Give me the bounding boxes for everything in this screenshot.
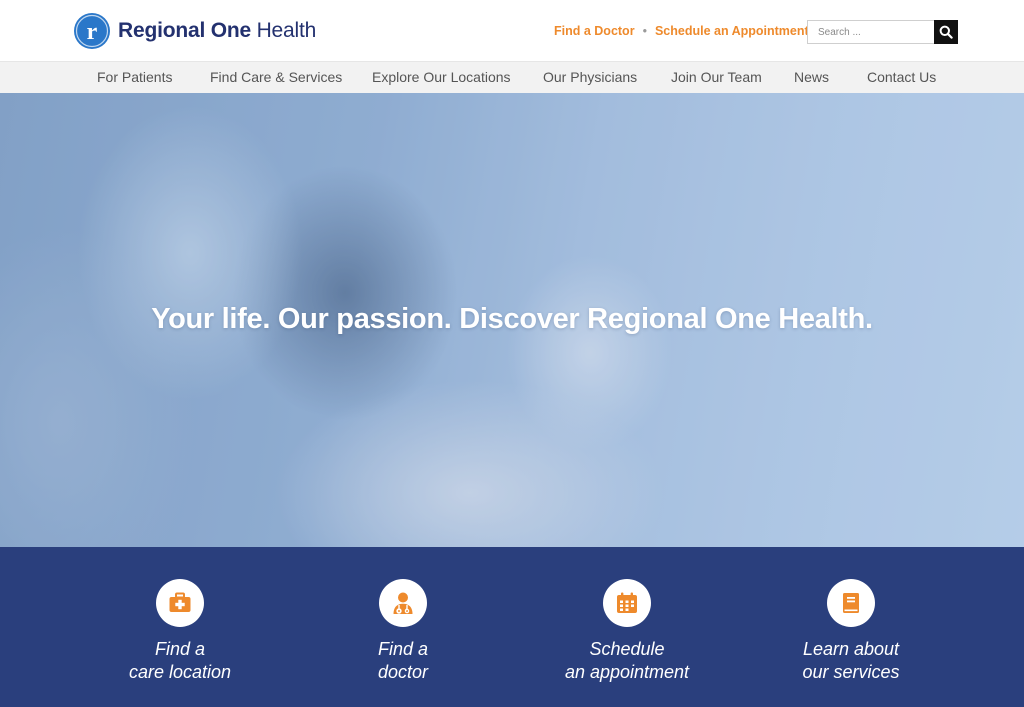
- site-header: r Regional One Health Find a Doctor • Sc…: [0, 0, 1024, 61]
- quick-link-label: Find a doctor: [303, 638, 503, 684]
- quick-link-line2: our services: [802, 662, 900, 682]
- quick-link-label: Learn about our services: [751, 638, 951, 684]
- quick-link-line1: Find a: [154, 639, 206, 659]
- search-icon: [939, 25, 953, 39]
- main-nav: For Patients Find Care & Services Explor…: [0, 61, 1024, 93]
- book-icon: [827, 579, 875, 627]
- quick-links-bar: Find a care location Find a doctor Sched…: [0, 547, 1024, 707]
- logo[interactable]: r Regional One Health: [74, 12, 316, 50]
- quick-link-line2: doctor: [377, 662, 429, 682]
- search-form: [807, 20, 958, 44]
- quick-link-care-location[interactable]: Find a care location: [80, 579, 280, 684]
- logo-mark-icon: r: [74, 13, 110, 49]
- quick-link-line2: care location: [128, 662, 232, 682]
- quick-link-services[interactable]: Learn about our services: [751, 579, 951, 684]
- logo-wordmark: Regional One Health: [118, 19, 316, 43]
- find-doctor-link[interactable]: Find a Doctor: [554, 24, 635, 38]
- nav-item-for-patients[interactable]: For Patients: [97, 62, 172, 94]
- hero-title: Your life. Our passion. Discover Regiona…: [151, 303, 873, 335]
- search-input[interactable]: [807, 20, 934, 44]
- nav-item-locations[interactable]: Explore Our Locations: [372, 62, 511, 94]
- doctor-icon: [379, 579, 427, 627]
- nav-item-join-team[interactable]: Join Our Team: [671, 62, 762, 94]
- quick-link-line1: Find a: [377, 639, 429, 659]
- nav-item-contact[interactable]: Contact Us: [867, 62, 936, 94]
- quick-link-label: Schedule an appointment: [527, 638, 727, 684]
- utility-separator: •: [642, 24, 647, 38]
- nav-item-news[interactable]: News: [794, 62, 829, 94]
- quick-link-line1: Learn about: [802, 639, 900, 659]
- nav-item-find-care[interactable]: Find Care & Services: [210, 62, 342, 94]
- schedule-appointment-link[interactable]: Schedule an Appointment: [655, 24, 809, 38]
- hero-banner: Your life. Our passion. Discover Regiona…: [0, 93, 1024, 547]
- utility-links: Find a Doctor • Schedule an Appointment: [554, 24, 809, 38]
- logo-name-bold: Regional One: [118, 19, 251, 42]
- quick-link-line1: Schedule: [589, 639, 665, 659]
- calendar-icon: [603, 579, 651, 627]
- logo-name-light: Health: [250, 19, 317, 42]
- svg-text:r: r: [87, 19, 98, 45]
- quick-link-doctor[interactable]: Find a doctor: [303, 579, 503, 684]
- quick-link-label: Find a care location: [80, 638, 280, 684]
- quick-link-line2: an appointment: [564, 662, 690, 682]
- quick-link-schedule[interactable]: Schedule an appointment: [527, 579, 727, 684]
- nav-item-physicians[interactable]: Our Physicians: [543, 62, 637, 94]
- first-aid-kit-icon: [156, 579, 204, 627]
- search-button[interactable]: [934, 20, 958, 44]
